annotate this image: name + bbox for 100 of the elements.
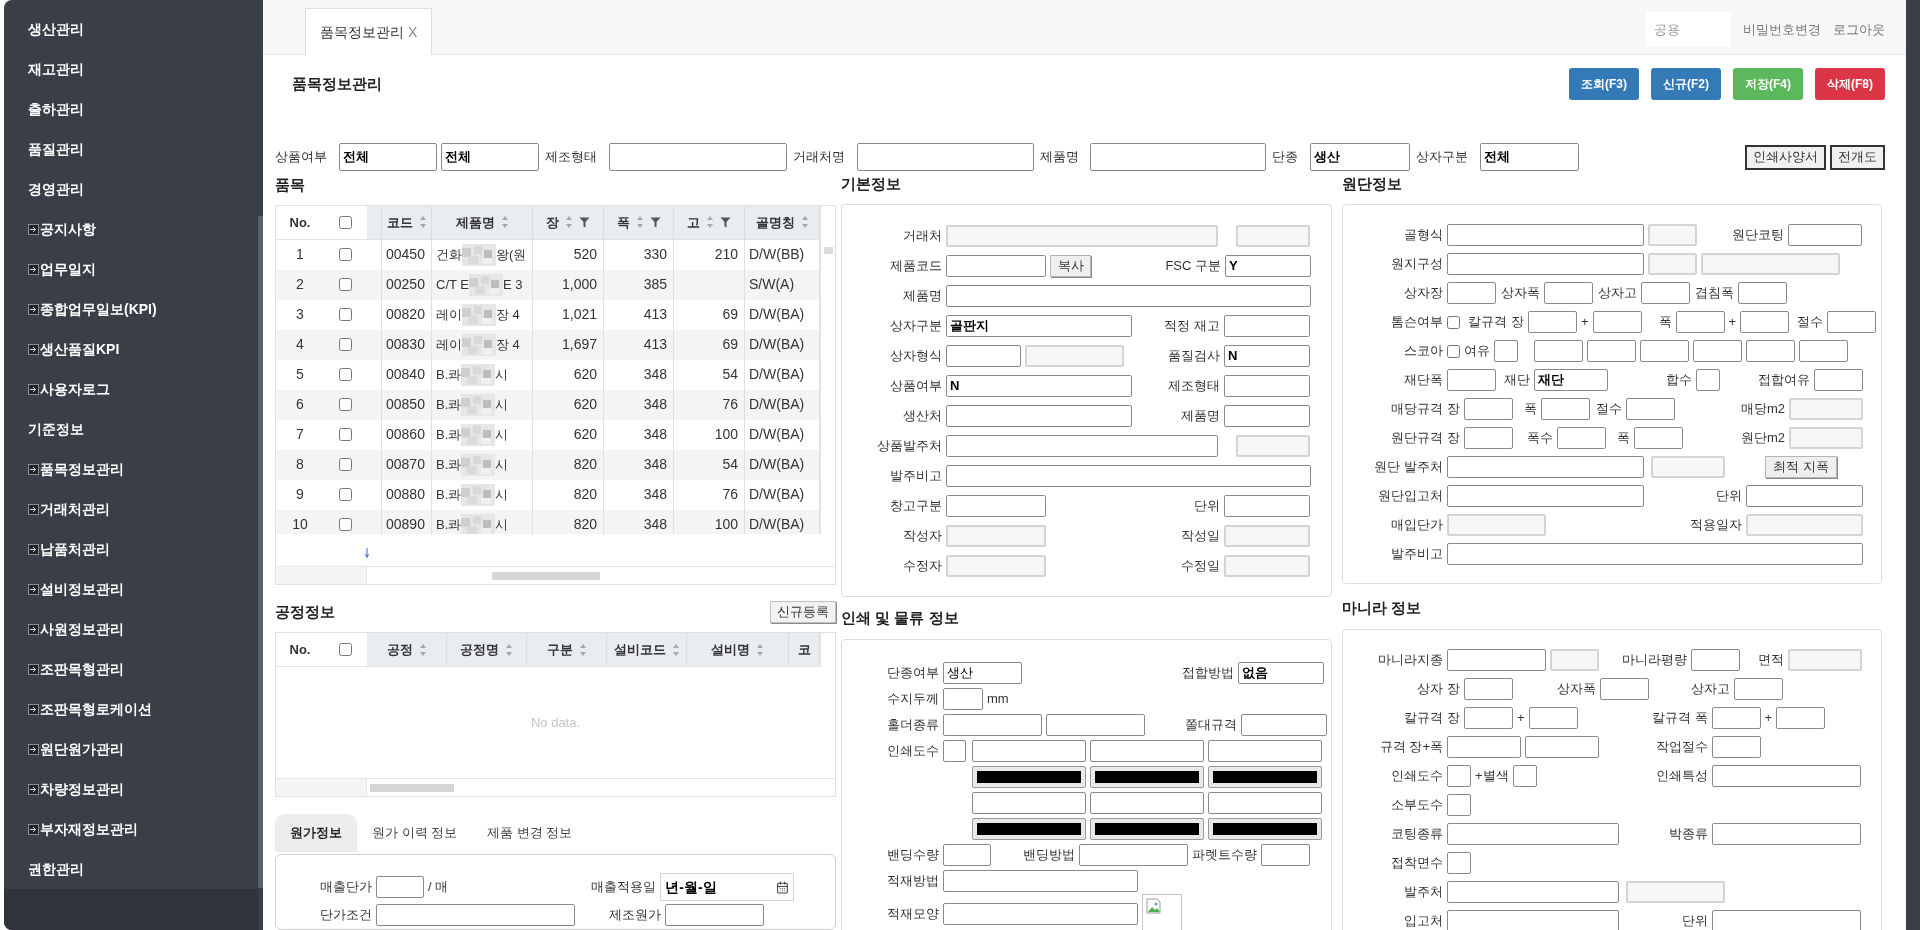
sidebar-item[interactable]: 거래처관리: [4, 489, 258, 529]
input-field[interactable]: [1696, 369, 1720, 391]
input-field[interactable]: [1544, 282, 1593, 304]
sidebar-item[interactable]: 품목정보관리: [4, 449, 258, 489]
input-field[interactable]: [946, 464, 1311, 487]
column-header[interactable]: 공정: [367, 633, 447, 666]
register-button[interactable]: 신규등록: [770, 601, 836, 623]
sort-icon[interactable]: [756, 642, 764, 657]
sidebar-item[interactable]: 조판목형관리: [4, 649, 258, 689]
input-field[interactable]: [1541, 398, 1590, 420]
filter-icon[interactable]: [579, 216, 590, 228]
sidebar-item[interactable]: 부자재정보관리: [4, 809, 258, 849]
sidebar-item[interactable]: 공지사항: [4, 209, 258, 249]
input-field[interactable]: [1528, 311, 1577, 333]
checkbox[interactable]: [339, 215, 352, 229]
input-field[interactable]: [1528, 706, 1578, 729]
input-field[interactable]: [1261, 844, 1310, 866]
sort-icon[interactable]: [706, 215, 714, 230]
input-field[interactable]: [1641, 282, 1690, 304]
sort-icon[interactable]: [505, 642, 513, 657]
input-field[interactable]: [1592, 311, 1642, 333]
input-field[interactable]: [1799, 340, 1848, 362]
input-field[interactable]: [1746, 340, 1795, 362]
input-field[interactable]: [1224, 314, 1310, 337]
column-header[interactable]: 장: [533, 205, 604, 239]
sidebar-scrollbar[interactable]: [258, 0, 263, 930]
input-field[interactable]: [1746, 485, 1863, 507]
input-field[interactable]: [1691, 648, 1740, 671]
input-field[interactable]: [1464, 677, 1513, 700]
input-field[interactable]: [1512, 764, 1537, 787]
vertical-scrollbar[interactable]: [820, 205, 835, 534]
input-field[interactable]: [1224, 494, 1310, 517]
input-field[interactable]: [1447, 282, 1496, 304]
sidebar-item[interactable]: 출하관리: [4, 89, 258, 129]
input-field[interactable]: [1464, 398, 1513, 420]
color-picker[interactable]: [972, 766, 1086, 788]
input-field[interactable]: [1241, 714, 1327, 736]
action-button[interactable]: 신규(F2): [1651, 68, 1721, 100]
input-field[interactable]: [972, 792, 1086, 814]
table-row[interactable]: 2 00250 C/T E E 3 1,000 385 S/W(A): [276, 269, 820, 300]
input-field[interactable]: [1447, 764, 1471, 787]
checkbox[interactable]: [339, 338, 352, 352]
input-field[interactable]: [1712, 735, 1761, 758]
form-button[interactable]: 복사: [1050, 254, 1091, 277]
input-field[interactable]: [1464, 427, 1513, 449]
input-field[interactable]: [1224, 404, 1310, 427]
input-field[interactable]: 전체: [339, 143, 437, 171]
checkbox[interactable]: [339, 248, 352, 262]
checkbox[interactable]: [339, 428, 352, 442]
input-field[interactable]: 생산: [943, 662, 1022, 684]
scroll-thumb[interactable]: [823, 246, 833, 254]
column-header[interactable]: 공정명: [447, 633, 527, 666]
input-field[interactable]: [946, 404, 1132, 427]
column-header[interactable]: 코드: [382, 205, 432, 239]
page-scrollbar[interactable]: [1906, 0, 1920, 930]
input-field[interactable]: [1712, 909, 1861, 930]
sidebar-item[interactable]: 생산관리: [4, 9, 258, 49]
input-field[interactable]: [1447, 369, 1496, 391]
color-picker[interactable]: [1208, 766, 1322, 788]
input-field[interactable]: [1525, 735, 1599, 758]
color-picker[interactable]: [1090, 766, 1204, 788]
sidebar-item[interactable]: 사용자로그: [4, 369, 258, 409]
toolbar-button[interactable]: 전개도: [1830, 144, 1885, 170]
input-field[interactable]: [1693, 340, 1742, 362]
input-field[interactable]: [972, 740, 1086, 762]
color-picker[interactable]: [1090, 818, 1204, 840]
input-field[interactable]: [1626, 398, 1675, 420]
sidebar-item[interactable]: 원단원가관리: [4, 729, 258, 769]
input-field[interactable]: [1740, 311, 1790, 333]
page-tab[interactable]: 품목정보관리 X: [305, 8, 433, 55]
input-field[interactable]: [1447, 253, 1644, 275]
scroll-thumb[interactable]: [492, 571, 600, 580]
color-picker[interactable]: [1208, 818, 1322, 840]
checkbox[interactable]: [1447, 344, 1460, 358]
sidebar-item[interactable]: 조판목형로케이션: [4, 689, 258, 729]
checkbox[interactable]: [339, 368, 352, 382]
action-button[interactable]: 조회(F3): [1569, 68, 1639, 100]
column-header[interactable]: 설비명: [687, 633, 789, 666]
input-field[interactable]: [1090, 740, 1204, 762]
input-field[interactable]: [1447, 909, 1619, 930]
column-header[interactable]: 고: [674, 205, 745, 239]
scroll-thumb[interactable]: [370, 783, 454, 792]
filter-icon[interactable]: [649, 216, 661, 228]
input-field[interactable]: [943, 740, 966, 762]
sidebar-item[interactable]: 납품처관리: [4, 529, 258, 569]
action-button[interactable]: 삭제(F8): [1815, 68, 1885, 100]
input-field[interactable]: [857, 143, 1034, 171]
sort-icon[interactable]: [418, 215, 427, 230]
input-field[interactable]: [1447, 224, 1644, 246]
checkbox[interactable]: [339, 643, 352, 656]
input-field[interactable]: 전체: [441, 143, 539, 171]
input-field[interactable]: [1447, 485, 1644, 507]
input-field[interactable]: [1046, 714, 1145, 736]
input-field[interactable]: [1634, 427, 1683, 449]
input-field[interactable]: [376, 876, 424, 898]
horizontal-scrollbar[interactable]: [276, 566, 835, 584]
input-field[interactable]: [1447, 793, 1471, 816]
input-field[interactable]: [1090, 792, 1204, 814]
column-header[interactable]: 제품명: [432, 205, 533, 239]
input-field[interactable]: [1447, 851, 1471, 874]
